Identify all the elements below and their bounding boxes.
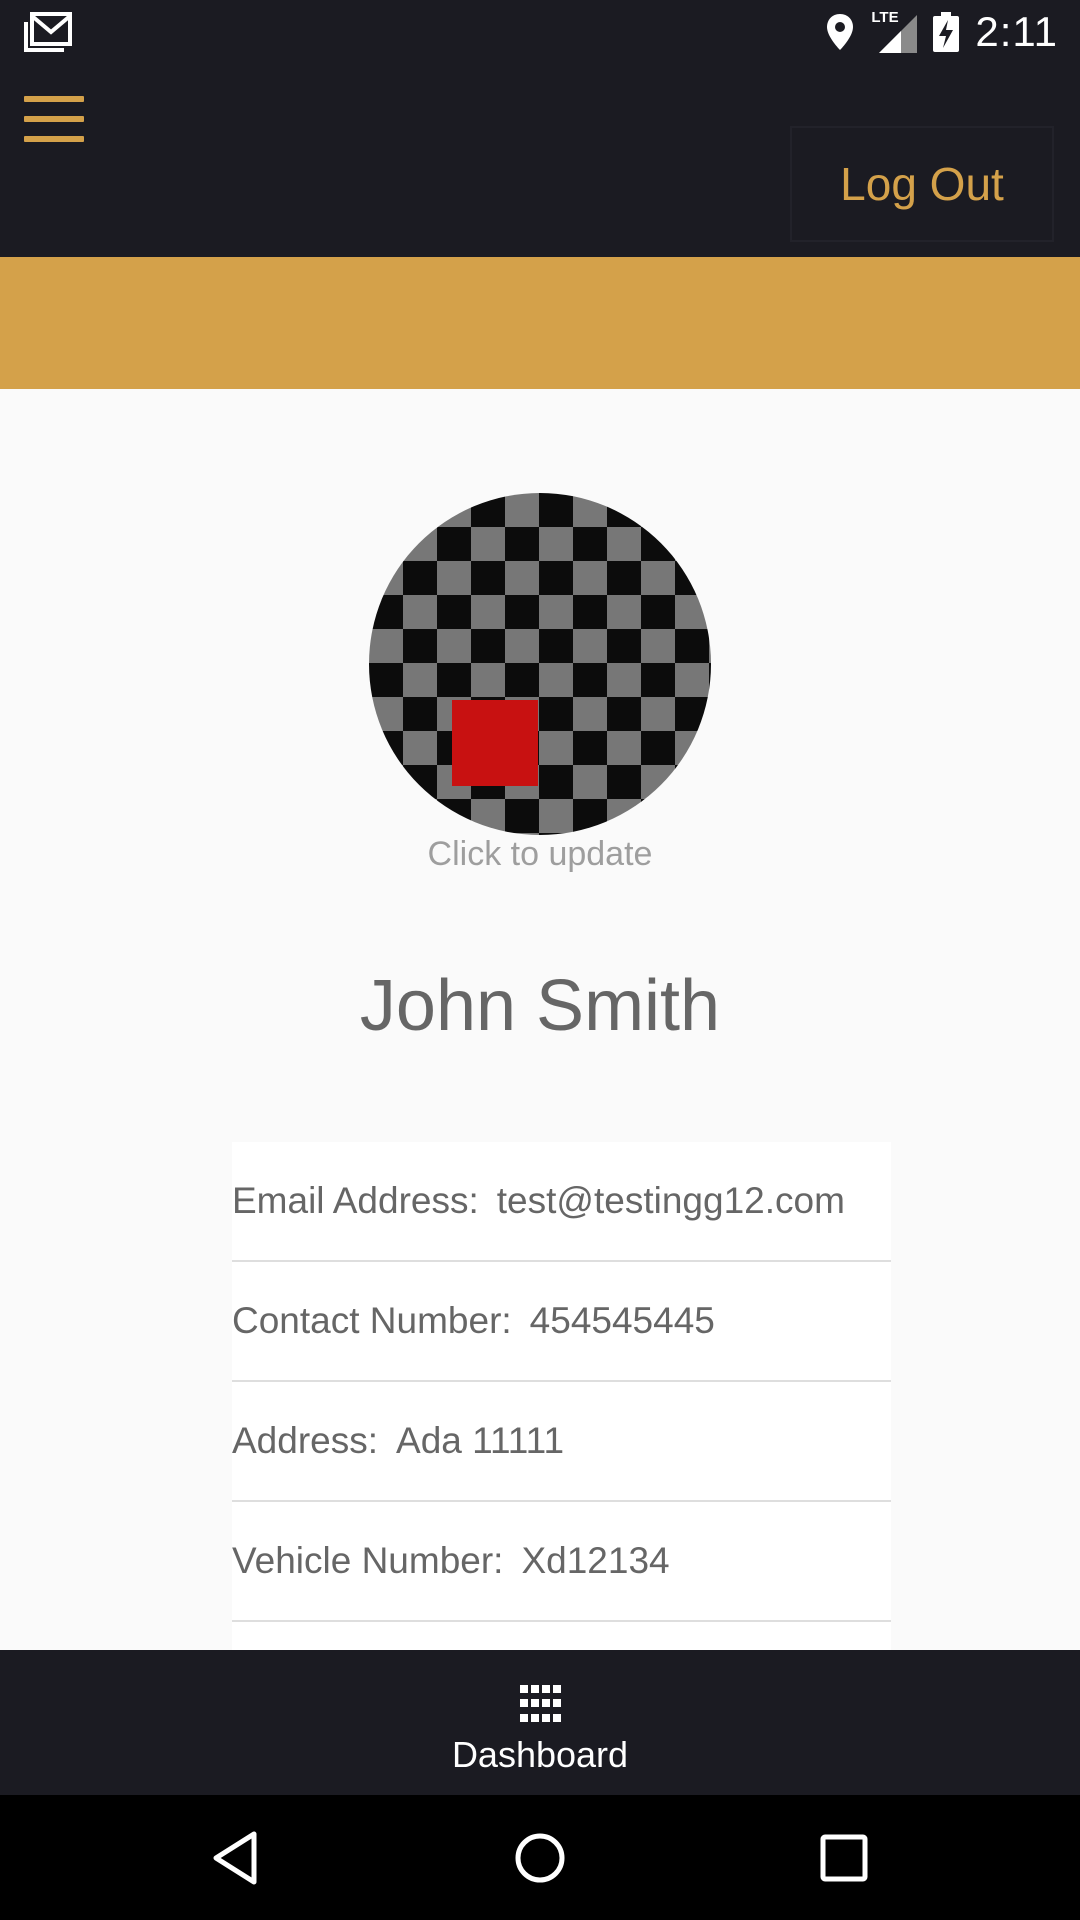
avatar-update-caption[interactable]: Click to update (0, 835, 1080, 874)
location-icon (827, 13, 854, 50)
grid-icon (520, 1685, 561, 1725)
vehicle-number-label: Vehicle Number: (232, 1540, 504, 1581)
vehicle-number-row: Vehicle Number: Xd12134 (232, 1502, 891, 1622)
home-icon[interactable] (512, 1830, 568, 1886)
email-value: test@testingg12.com (496, 1180, 845, 1221)
dashboard-label: Dashboard (451, 1734, 629, 1775)
status-icons: LTE 2:11 (825, 0, 1058, 63)
header-banner (0, 257, 1080, 389)
gmail-icon (24, 12, 72, 52)
next-row-partial (232, 1622, 891, 1650)
hamburger-menu-icon[interactable] (24, 96, 86, 142)
recents-icon[interactable] (816, 1830, 872, 1886)
menu-line (24, 116, 84, 122)
vehicle-number-value: Xd12134 (521, 1540, 670, 1581)
system-navigation-bar (0, 1795, 1080, 1920)
battery-charging-icon (933, 11, 960, 52)
address-label: Address: (232, 1420, 379, 1461)
menu-line (24, 96, 84, 102)
contact-number-value: 454545445 (529, 1300, 715, 1341)
logout-button[interactable]: Log Out (790, 126, 1054, 242)
address-row: Address: Ada 11111 (232, 1382, 891, 1502)
dashboard-tab[interactable]: Dashboard (430, 1650, 650, 1795)
profile-details-list: Email Address: test@testingg12.com Conta… (232, 1142, 891, 1650)
status-bar: LTE 2:11 (0, 0, 1080, 63)
avatar-highlight-square (452, 700, 538, 786)
back-icon[interactable] (210, 1830, 266, 1886)
email-label: Email Address: (232, 1180, 479, 1221)
bottom-navigation: Dashboard (0, 1650, 1080, 1795)
signal-icon: LTE (871, 9, 918, 53)
profile-avatar[interactable] (369, 493, 711, 835)
status-time: 2:11 (975, 7, 1058, 55)
contact-number-row: Contact Number: 454545445 (232, 1262, 891, 1382)
profile-name: John Smith (359, 966, 721, 1046)
email-row: Email Address: test@testingg12.com (232, 1142, 891, 1262)
address-value: Ada 11111 (396, 1420, 565, 1461)
menu-line (24, 136, 84, 142)
contact-number-label: Contact Number: (232, 1300, 512, 1341)
